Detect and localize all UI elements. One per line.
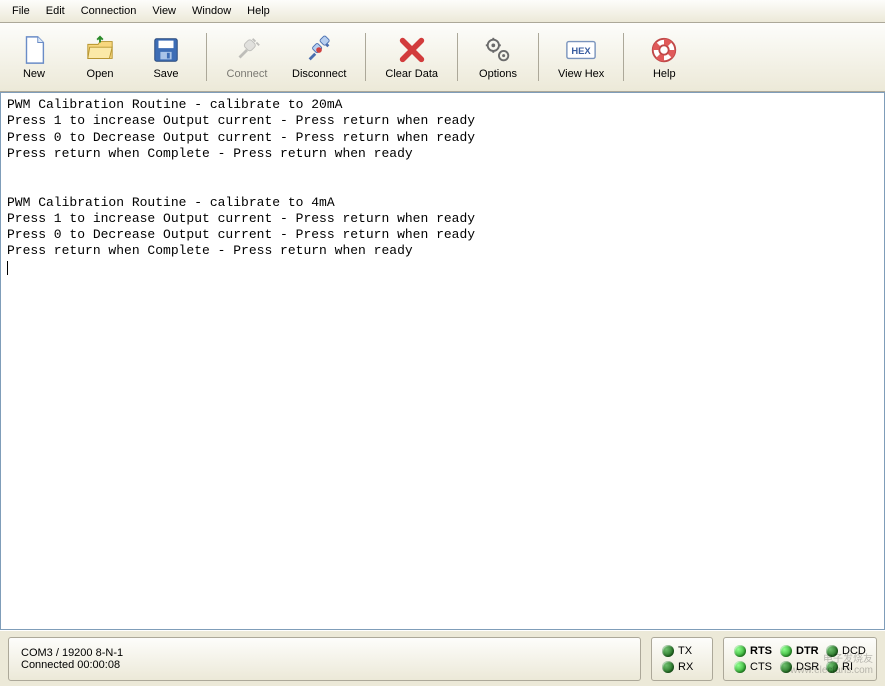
dtr-led-icon[interactable] [780,645,792,657]
menubar: File Edit Connection View Window Help [0,0,885,23]
terminal-line: Press 1 to increase Output current - Pre… [7,113,475,128]
options-gears-icon [482,34,514,66]
terminal-line: Press return when Complete - Press retur… [7,243,413,258]
status-txrx-panel: TX RX [651,637,713,681]
save-button[interactable]: Save [138,27,194,87]
terminal-line: Press return when Complete - Press retur… [7,146,413,161]
help-button[interactable]: Help [636,27,692,87]
connect-label: Connect [227,68,268,80]
status-connection-panel: COM3 / 19200 8-N-1 Connected 00:00:08 [8,637,641,681]
tx-label: TX [678,645,702,657]
rx-led-icon [662,661,674,673]
connect-button: Connect [219,27,275,87]
menu-file[interactable]: File [4,2,38,20]
toolbar-separator [457,33,458,81]
rx-label: RX [678,661,702,673]
status-signals-panel: RTS CTS DTR DSR DCD RI [723,637,877,681]
connect-plug-icon [231,34,263,66]
new-file-icon [18,34,50,66]
disconnect-button[interactable]: Disconnect [285,27,353,87]
dsr-label: DSR [796,661,820,673]
help-lifebuoy-icon [648,34,680,66]
new-button[interactable]: New [6,27,62,87]
menu-edit[interactable]: Edit [38,2,73,20]
cts-label: CTS [750,661,774,673]
menu-window[interactable]: Window [184,2,239,20]
clear-label: Clear Data [385,68,438,80]
disconnect-plug-icon [303,34,335,66]
disconnect-label: Disconnect [292,68,346,80]
terminal-line: PWM Calibration Routine - calibrate to 2… [7,97,342,112]
rts-label: RTS [750,645,774,657]
toolbar: New Open Save Connect Disconnect Clear D… [0,23,885,92]
status-port: COM3 / 19200 8-N-1 [21,647,628,659]
options-button[interactable]: Options [470,27,526,87]
clear-x-icon [396,34,428,66]
statusbar: COM3 / 19200 8-N-1 Connected 00:00:08 TX… [0,630,885,686]
svg-text:HEX: HEX [571,45,591,56]
open-label: Open [87,68,114,80]
text-cursor [7,261,8,275]
dcd-led-icon [826,645,838,657]
options-label: Options [479,68,517,80]
toolbar-separator [206,33,207,81]
menu-help[interactable]: Help [239,2,278,20]
terminal-output[interactable]: PWM Calibration Routine - calibrate to 2… [0,92,885,630]
view-hex-button[interactable]: HEX View Hex [551,27,611,87]
rts-led-icon[interactable] [734,645,746,657]
tx-led-icon [662,645,674,657]
menu-connection[interactable]: Connection [73,2,145,20]
menu-view[interactable]: View [144,2,184,20]
terminal-line: PWM Calibration Routine - calibrate to 4… [7,195,335,210]
dtr-label: DTR [796,645,820,657]
clear-data-button[interactable]: Clear Data [378,27,445,87]
help-label: Help [653,68,676,80]
toolbar-separator [365,33,366,81]
open-folder-icon [84,34,116,66]
save-floppy-icon [150,34,182,66]
status-connected: Connected 00:00:08 [21,659,628,671]
terminal-line: Press 1 to increase Output current - Pre… [7,211,475,226]
dsr-led-icon [780,661,792,673]
cts-led-icon [734,661,746,673]
save-label: Save [153,68,178,80]
viewhex-label: View Hex [558,68,604,80]
terminal-line: Press 0 to Decrease Output current - Pre… [7,130,475,145]
ri-led-icon [826,661,838,673]
ri-label: RI [842,661,866,673]
new-label: New [23,68,45,80]
toolbar-separator [623,33,624,81]
open-button[interactable]: Open [72,27,128,87]
dcd-label: DCD [842,645,866,657]
terminal-line: Press 0 to Decrease Output current - Pre… [7,227,475,242]
toolbar-separator [538,33,539,81]
hex-icon: HEX [565,34,597,66]
